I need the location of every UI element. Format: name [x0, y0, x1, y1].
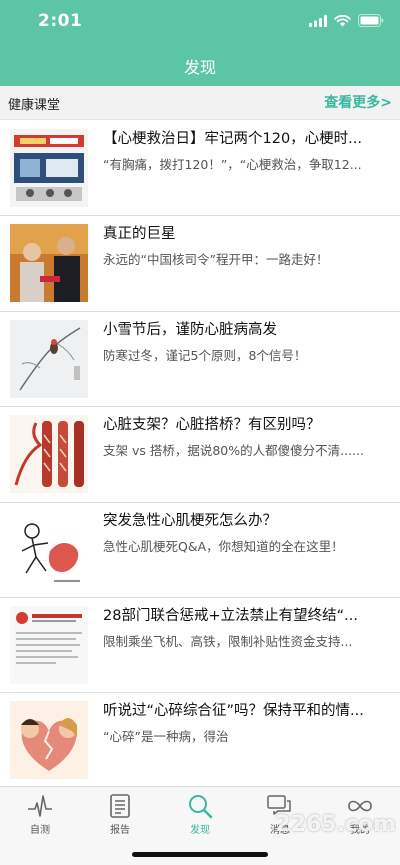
article-thumbnail	[10, 224, 88, 303]
article-summary: 限制乘坐飞机、高铁，限制补贴性资金支持...	[103, 633, 353, 649]
article-summary: 支架 vs 搭桥，据说80%的人都傻傻分不清......	[103, 443, 364, 459]
article-title: 小雪节后，谨防心脏病高发	[103, 321, 277, 338]
section-title: 健康课堂	[8, 98, 61, 113]
tab-self-test[interactable]: 自测	[0, 791, 80, 836]
home-indicator	[132, 852, 268, 857]
tab-report[interactable]: 报告	[80, 791, 160, 836]
article-title: 突发急性心肌梗死怎么办？	[103, 512, 277, 529]
article-summary: “有胸痛，拨打120！”，“心梗救治，争取12...	[103, 157, 362, 172]
article-title: 心脏支架？心脏搭桥？有区别吗？	[103, 417, 321, 434]
article-thumbnail	[10, 701, 88, 780]
section-header: 健康课堂 查看更多>	[0, 86, 400, 120]
article-title: 28部门联合惩戒+立法禁止有望终结“...	[103, 607, 358, 624]
wifi-icon	[334, 12, 351, 31]
article-title: 【心梗救治日】牢记两个120，心梗时...	[103, 131, 363, 147]
article-summary: 急性心肌梗死Q&A，你想知道的全在这里！	[103, 538, 344, 554]
article-summary: 永远的“中国核司令”程开甲：一路走好！	[103, 252, 329, 268]
tab-label: 发现	[190, 825, 210, 836]
article-item[interactable]: 【心梗救治日】牢记两个120，心梗时... “有胸痛，拨打120！”，“心梗救治…	[0, 121, 400, 217]
search-icon	[186, 793, 214, 819]
article-title: 听说过“心碎综合征”吗？保持平和的情...	[103, 703, 364, 720]
article-item[interactable]: 小雪节后，谨防心脏病高发 防寒过冬，谨记5个原则，8个信号！	[0, 311, 400, 408]
tab-discover[interactable]: 发现	[160, 791, 240, 836]
tab-label: 报告	[110, 825, 130, 836]
article-title: 真正的巨星	[103, 226, 176, 243]
article-summary: 防寒过冬，谨记5个原则，8个信号！	[103, 347, 307, 363]
article-thumbnail	[10, 129, 88, 207]
article-thumbnail	[10, 605, 88, 684]
status-bar: 2:01	[0, 0, 400, 44]
article-item[interactable]: 真正的巨星 永远的“中国核司令”程开甲：一路走好！	[0, 216, 400, 312]
battery-icon	[358, 12, 384, 31]
tab-label: 自测	[30, 825, 50, 836]
article-summary: “心碎”是一种病，得治	[103, 729, 229, 745]
article-thumbnail	[10, 319, 88, 398]
top-bar: 2:01 发现	[0, 0, 400, 86]
article-thumbnail	[10, 415, 88, 494]
status-icons	[309, 12, 384, 30]
status-time: 2:01	[38, 11, 83, 31]
page-title: 发现	[183, 58, 216, 77]
view-more-link[interactable]: 查看更多>	[324, 92, 392, 112]
signal-icon	[309, 12, 327, 31]
article-thumbnail	[10, 510, 88, 589]
article-item[interactable]: 28部门联合惩戒+立法禁止有望终结“... 限制乘坐飞机、高铁，限制补贴性资金支…	[0, 597, 400, 694]
article-item[interactable]: 突发急性心肌梗死怎么办？ 急性心肌梗死Q&A，你想知道的全在这里！	[0, 502, 400, 598]
article-item[interactable]: 心脏支架？心脏搭桥？有区别吗？ 支架 vs 搭桥，据说80%的人都傻傻分不清..…	[0, 407, 400, 503]
article-item[interactable]: 听说过“心碎综合征”吗？保持平和的情... “心碎”是一种病，得治	[0, 693, 400, 789]
watermark: 2265.com	[275, 812, 396, 837]
article-list: 【心梗救治日】牢记两个120，心梗时... “有胸痛，拨打120！”，“心梗救治…	[0, 121, 400, 789]
pulse-icon	[26, 793, 54, 819]
report-icon	[106, 793, 134, 819]
